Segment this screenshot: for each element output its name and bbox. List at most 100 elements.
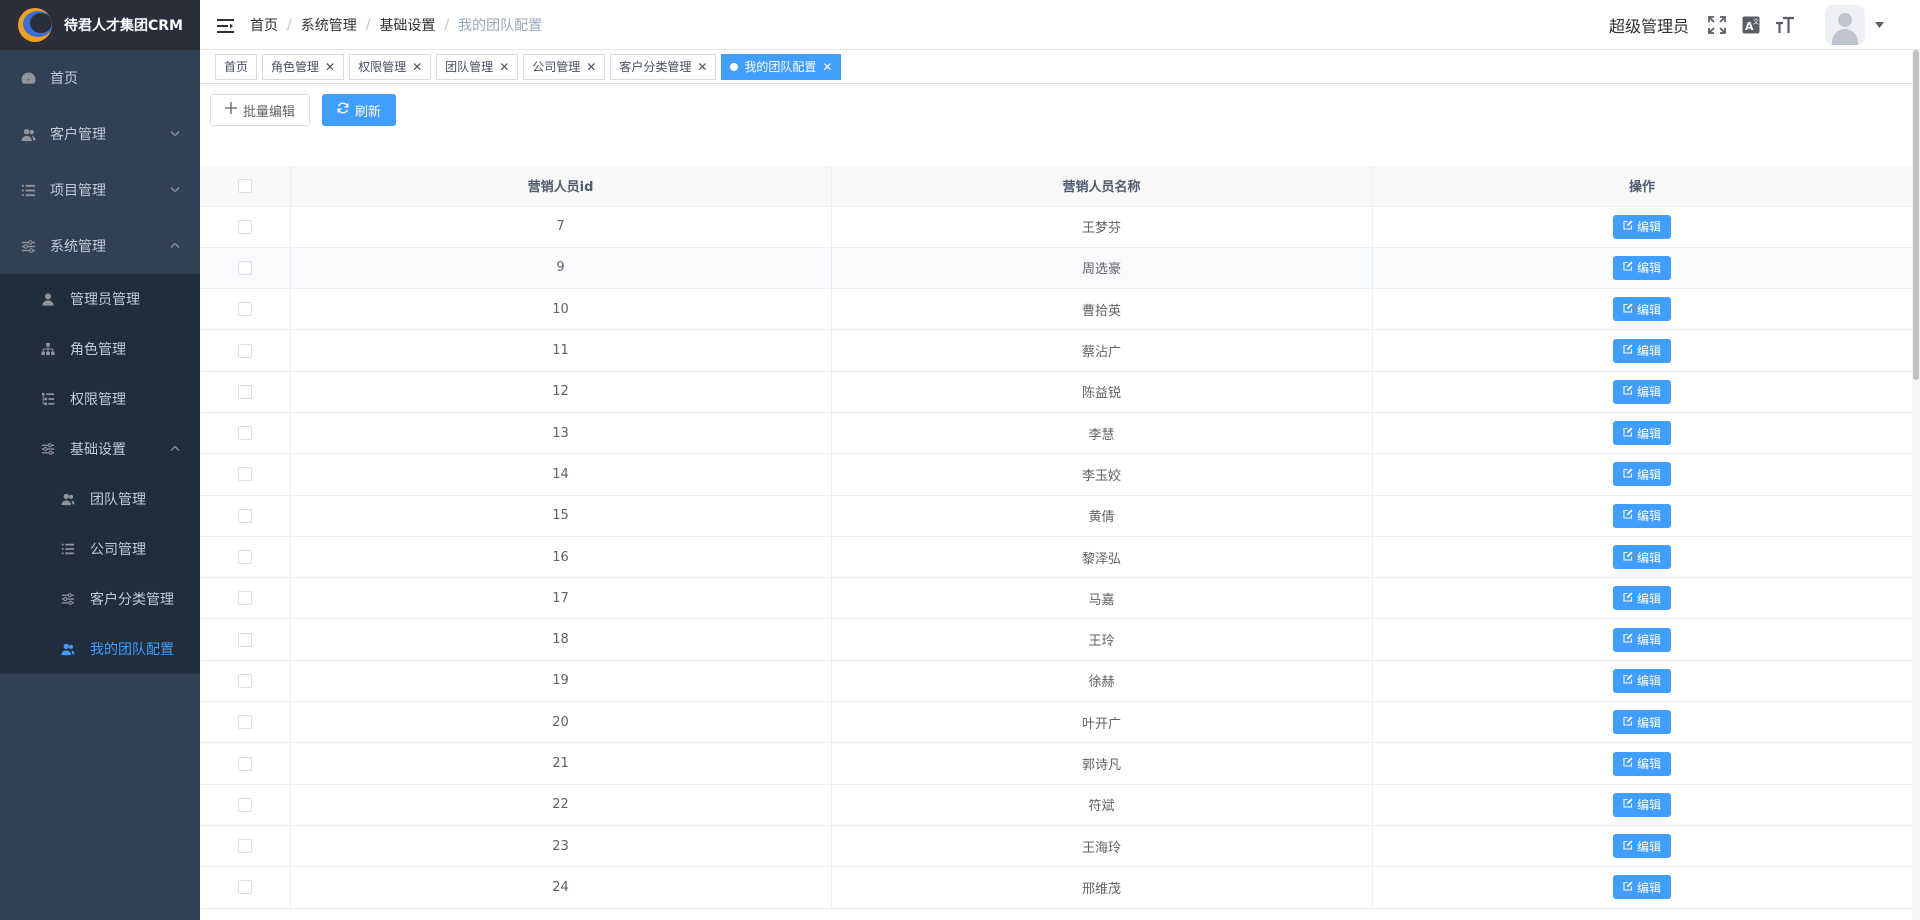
cell-name: 王玲 — [831, 618, 1373, 661]
refresh-label: 刷新 — [355, 104, 382, 120]
chevron-up-icon — [170, 444, 180, 455]
row-checkbox[interactable] — [237, 673, 252, 688]
row-checkbox[interactable] — [237, 384, 252, 399]
sidebar-item-my-team-config[interactable]: 我的团队配置 — [0, 624, 200, 674]
plus-icon — [225, 102, 237, 118]
cell-id: 24 — [290, 866, 832, 909]
edit-button[interactable]: 编辑 — [1612, 792, 1671, 817]
row-checkbox[interactable] — [237, 756, 252, 771]
sidebar-item-basic-settings[interactable]: 基础设置 — [0, 424, 200, 474]
edit-button[interactable]: 编辑 — [1612, 462, 1671, 487]
tag-teams[interactable]: 团队管理 ✕ — [436, 53, 519, 80]
breadcrumb-item-system[interactable]: 系统管理 — [301, 15, 357, 35]
row-checkbox[interactable] — [237, 343, 252, 358]
cell-name: 郭诗凡 — [831, 742, 1373, 785]
sliders-icon — [60, 591, 76, 607]
row-checkbox[interactable] — [237, 467, 252, 482]
edit-button[interactable]: 编辑 — [1612, 379, 1671, 404]
edit-button[interactable]: 编辑 — [1612, 255, 1671, 280]
logo[interactable]: 待君人才集团CRM — [0, 0, 200, 50]
sidebar-item-teams[interactable]: 团队管理 — [0, 474, 200, 524]
sidebar-item-label: 管理员管理 — [70, 292, 140, 308]
tag-permissions[interactable]: 权限管理 ✕ — [349, 53, 432, 80]
cell-id: 12 — [290, 371, 832, 413]
scrollbar-thumb[interactable] — [1913, 50, 1919, 380]
close-icon[interactable]: ✕ — [325, 55, 335, 79]
cell-actions: 编辑 — [1372, 453, 1913, 496]
breadcrumb-item-basic-settings[interactable]: 基础设置 — [379, 15, 435, 35]
edit-button[interactable]: 编辑 — [1612, 627, 1671, 652]
edit-button[interactable]: 编辑 — [1612, 338, 1671, 363]
row-checkbox[interactable] — [237, 880, 252, 895]
refresh-button[interactable]: 刷新 — [322, 94, 397, 126]
row-checkbox[interactable] — [237, 632, 252, 647]
row-checkbox[interactable] — [237, 302, 252, 317]
tag-companies[interactable]: 公司管理 ✕ — [523, 53, 606, 80]
edit-icon — [1623, 468, 1633, 481]
select-all-cell — [200, 166, 291, 207]
edit-button[interactable]: 编辑 — [1612, 214, 1671, 239]
sidebar-item-admins[interactable]: 管理员管理 — [0, 274, 200, 324]
language-icon[interactable]: A文 — [1741, 15, 1761, 35]
font-size-icon[interactable] — [1775, 15, 1795, 35]
app-title: 待君人才集团CRM — [64, 18, 183, 34]
close-icon[interactable]: ✕ — [499, 55, 509, 79]
scrollbar[interactable] — [1912, 50, 1920, 920]
edit-button[interactable]: 编辑 — [1612, 875, 1671, 900]
column-header-name: 营销人员名称 — [831, 166, 1373, 207]
close-icon[interactable]: ✕ — [586, 55, 596, 79]
tag-customer-categories[interactable]: 客户分类管理 ✕ — [610, 53, 717, 80]
sidebar-item-system[interactable]: 系统管理 — [0, 218, 200, 274]
team-icon — [60, 491, 76, 507]
edit-button[interactable]: 编辑 — [1612, 751, 1671, 776]
edit-button[interactable]: 编辑 — [1612, 834, 1671, 859]
sidebar-item-home[interactable]: 首页 — [0, 50, 200, 106]
sidebar: 待君人才集团CRM 首页 客户管理 项目管理 系统管理 管理员管理 角色管理 权… — [0, 0, 200, 920]
edit-label: 编辑 — [1636, 220, 1661, 235]
tag-my-team-config[interactable]: 我的团队配置 ✕ — [721, 53, 842, 80]
hamburger-button[interactable] — [200, 0, 250, 50]
cell-name: 黄倩 — [831, 495, 1373, 537]
fullscreen-icon[interactable] — [1707, 15, 1727, 35]
edit-button[interactable]: 编辑 — [1612, 710, 1671, 735]
edit-button[interactable]: 编辑 — [1612, 503, 1671, 528]
row-select-cell — [200, 206, 291, 248]
edit-label: 编辑 — [1636, 715, 1661, 730]
edit-button[interactable]: 编辑 — [1612, 421, 1671, 446]
row-checkbox[interactable] — [237, 591, 252, 606]
tag-home[interactable]: 首页 — [215, 53, 258, 80]
sidebar-item-roles[interactable]: 角色管理 — [0, 324, 200, 374]
sidebar-item-customers[interactable]: 客户管理 — [0, 106, 200, 162]
sidebar-item-customer-categories[interactable]: 客户分类管理 — [0, 574, 200, 624]
sidebar-item-companies[interactable]: 公司管理 — [0, 524, 200, 574]
row-checkbox[interactable] — [237, 715, 252, 730]
edit-button[interactable]: 编辑 — [1612, 297, 1671, 322]
sidebar-item-projects[interactable]: 项目管理 — [0, 162, 200, 218]
row-checkbox[interactable] — [237, 797, 252, 812]
edit-label: 编辑 — [1636, 344, 1661, 359]
row-checkbox[interactable] — [237, 839, 252, 854]
row-checkbox[interactable] — [237, 219, 252, 234]
edit-button[interactable]: 编辑 — [1612, 586, 1671, 611]
breadcrumb-item-home[interactable]: 首页 — [250, 15, 278, 35]
close-icon[interactable]: ✕ — [697, 55, 707, 79]
caret-down-icon[interactable] — [1875, 20, 1884, 31]
avatar[interactable] — [1825, 5, 1865, 45]
close-icon[interactable]: ✕ — [822, 55, 832, 79]
row-select-cell — [200, 412, 291, 455]
edit-button[interactable]: 编辑 — [1612, 545, 1671, 570]
row-checkbox[interactable] — [237, 260, 252, 275]
sidebar-item-permissions[interactable]: 权限管理 — [0, 374, 200, 424]
tag-roles[interactable]: 角色管理 ✕ — [262, 53, 345, 80]
row-checkbox[interactable] — [237, 508, 252, 523]
edit-label: 编辑 — [1636, 261, 1661, 276]
edit-button[interactable]: 编辑 — [1612, 668, 1671, 693]
batch-edit-button[interactable]: 批量编辑 — [210, 94, 311, 126]
close-icon[interactable]: ✕ — [412, 55, 422, 79]
row-checkbox[interactable] — [237, 426, 252, 441]
breadcrumb-separator: / — [287, 16, 292, 33]
row-checkbox[interactable] — [237, 550, 252, 565]
select-all-checkbox[interactable] — [237, 178, 252, 193]
cell-name: 徐赫 — [831, 660, 1373, 703]
breadcrumb-separator: / — [444, 16, 450, 33]
